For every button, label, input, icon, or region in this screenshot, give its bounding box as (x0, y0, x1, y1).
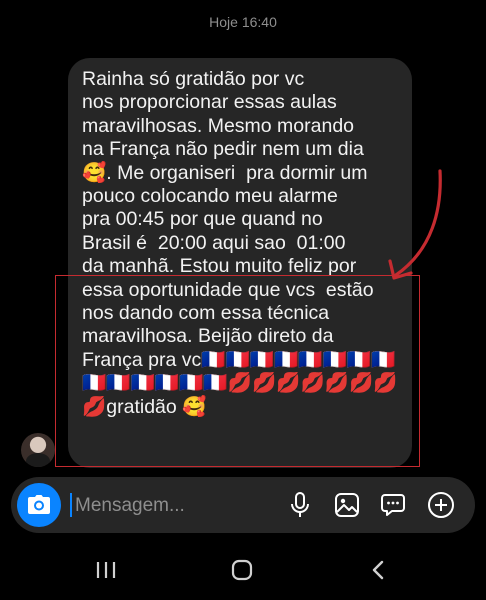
sticker-icon (381, 494, 405, 516)
timestamp: Hoje 16:40 (209, 14, 277, 30)
camera-button[interactable] (17, 483, 61, 527)
camera-icon (28, 495, 50, 514)
home-button[interactable] (222, 554, 262, 586)
message-composer (11, 477, 475, 533)
message-input[interactable] (73, 487, 227, 525)
received-message-bubble[interactable]: Rainha só gratidão por vc nos proporcion… (68, 58, 412, 468)
microphone-icon (291, 492, 309, 517)
recent-apps-button[interactable] (86, 554, 126, 586)
recent-apps-icon (96, 562, 116, 578)
home-icon (231, 559, 253, 581)
annotation-arrow (388, 169, 442, 280)
back-button[interactable] (358, 554, 398, 586)
gallery-button[interactable] (331, 489, 363, 521)
message-text: Rainha só gratidão por vc nos proporcion… (82, 68, 398, 418)
back-icon (372, 560, 384, 580)
system-navigation-bar (0, 540, 486, 600)
sender-avatar[interactable] (21, 433, 55, 467)
sticker-button[interactable] (377, 489, 409, 521)
gallery-icon (335, 493, 359, 517)
add-button[interactable] (425, 489, 457, 521)
text-cursor (70, 493, 72, 517)
microphone-button[interactable] (284, 489, 316, 521)
plus-icon (428, 492, 454, 518)
